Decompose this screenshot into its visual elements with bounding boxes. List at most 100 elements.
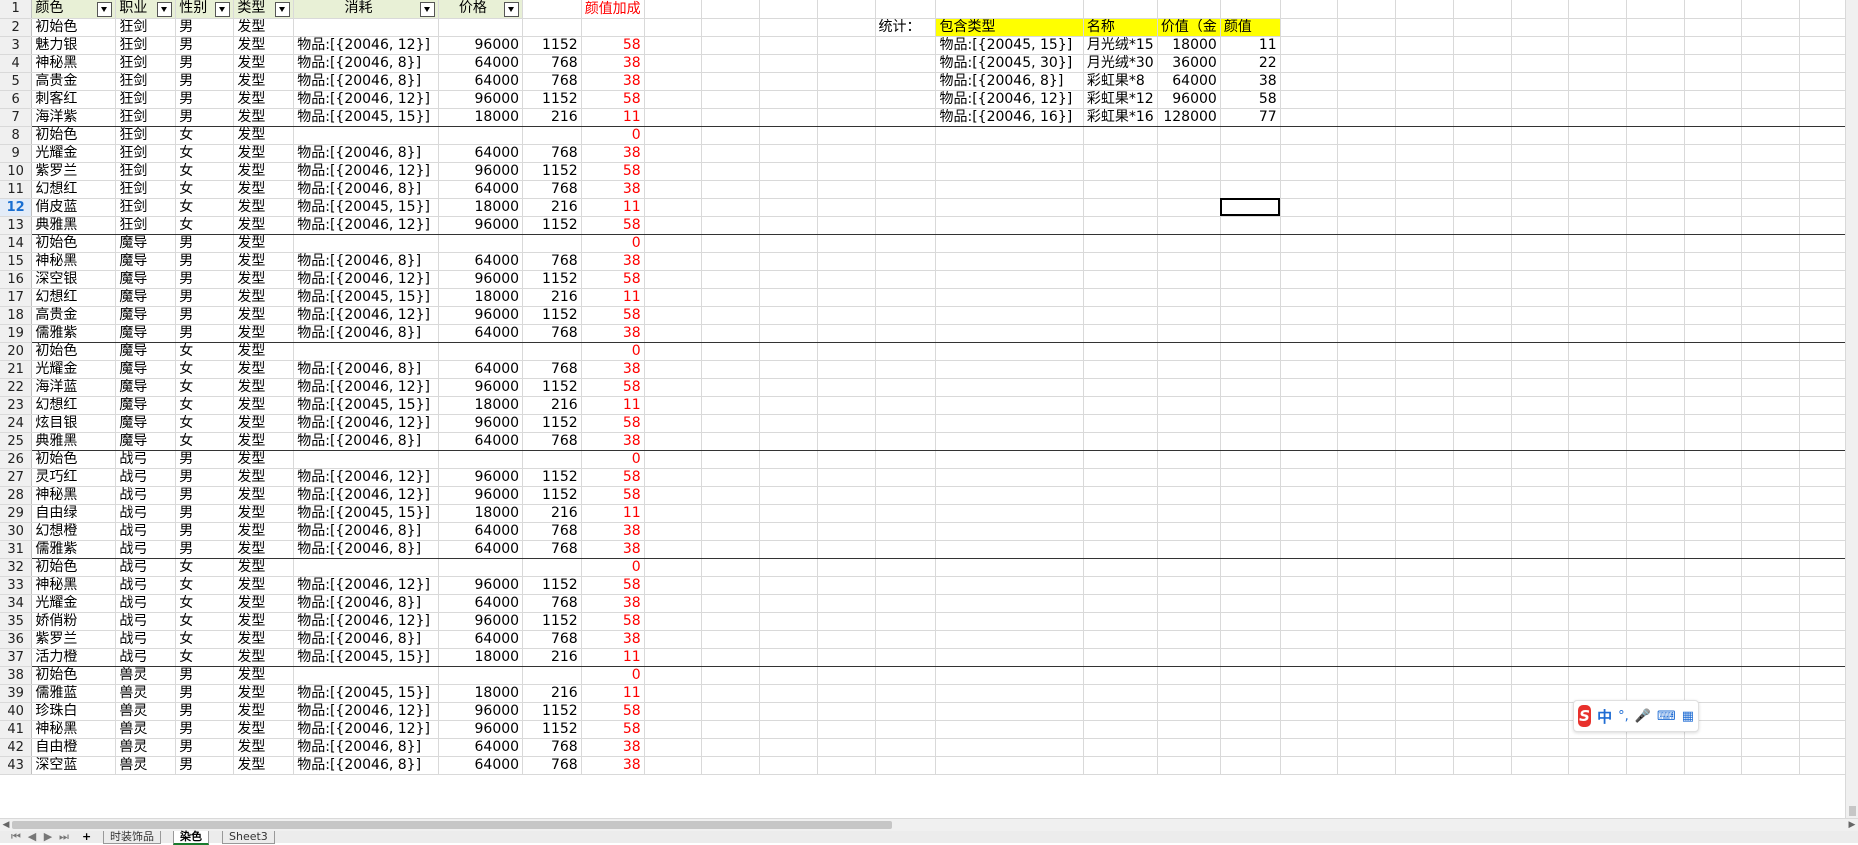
empty-cell[interactable] (1220, 540, 1281, 559)
empty-cell[interactable] (1453, 36, 1512, 55)
row-number[interactable]: 23 (0, 396, 33, 415)
bonus-cell[interactable]: 38 (581, 738, 645, 757)
cost-cell[interactable] (293, 18, 439, 37)
sheet-tab-fashion[interactable]: 时装饰品 (103, 831, 161, 844)
row-number[interactable]: 19 (0, 324, 33, 343)
job-cell[interactable]: 魔导 (115, 324, 177, 343)
empty-cell[interactable] (1337, 738, 1397, 757)
empty-cell[interactable] (1280, 324, 1339, 343)
price-cell[interactable]: 18000 (438, 396, 524, 415)
beauty-value-cell[interactable]: 1152 (522, 90, 582, 109)
empty-cell[interactable] (1568, 360, 1627, 379)
empty-cell[interactable] (644, 252, 703, 271)
empty-cell[interactable] (875, 720, 937, 739)
empty-cell[interactable] (1511, 342, 1570, 361)
empty-cell[interactable] (1453, 198, 1512, 217)
empty-cell[interactable] (935, 234, 1084, 253)
empty-cell[interactable] (1337, 324, 1397, 343)
empty-cell[interactable] (1083, 342, 1158, 361)
empty-cell[interactable] (1453, 108, 1512, 127)
empty-cell[interactable] (1337, 360, 1397, 379)
empty-cell[interactable] (1626, 756, 1685, 775)
empty-cell[interactable] (1337, 486, 1397, 505)
row-number[interactable]: 32 (0, 558, 33, 577)
empty-cell[interactable] (817, 234, 876, 253)
job-cell[interactable]: 战弓 (115, 450, 177, 469)
empty-cell[interactable] (1083, 720, 1158, 739)
color-name-cell[interactable]: 紫罗兰 (31, 630, 117, 649)
job-cell[interactable]: 战弓 (115, 504, 177, 523)
empty-cell[interactable] (1395, 18, 1454, 37)
row-number[interactable]: 12 (0, 198, 33, 217)
empty-cell[interactable] (1626, 216, 1685, 235)
empty-cell[interactable] (759, 468, 818, 487)
stats-value-cell[interactable]: 36000 (1157, 54, 1221, 73)
beauty-value-cell[interactable]: 1152 (522, 306, 582, 325)
row-number[interactable]: 24 (0, 414, 33, 433)
price-cell[interactable]: 64000 (438, 594, 524, 613)
beauty-value-cell[interactable]: 1152 (522, 486, 582, 505)
empty-cell[interactable] (759, 612, 818, 631)
empty-cell[interactable] (701, 702, 761, 721)
empty-cell[interactable] (1157, 720, 1221, 739)
col-header-bonus[interactable]: 颜值加成 (581, 0, 645, 19)
type-cell[interactable]: 发型 (233, 720, 295, 739)
filter-dropdown-icon[interactable] (215, 1, 231, 17)
empty-cell[interactable] (1568, 306, 1627, 325)
empty-cell[interactable] (1280, 234, 1339, 253)
empty-cell[interactable] (1280, 612, 1339, 631)
bonus-cell[interactable]: 11 (581, 108, 645, 127)
empty-cell[interactable] (759, 216, 818, 235)
col-header-color[interactable]: 颜色 (31, 0, 117, 19)
cost-cell[interactable] (293, 234, 439, 253)
job-cell[interactable]: 魔导 (115, 288, 177, 307)
empty-cell[interactable] (1684, 126, 1743, 145)
col-header-job[interactable]: 职业 (115, 0, 177, 19)
cost-cell[interactable]: 物品:[{20046, 8}] (293, 432, 439, 451)
price-cell[interactable]: 96000 (438, 702, 524, 721)
empty-cell[interactable] (701, 126, 761, 145)
empty-cell[interactable] (1741, 180, 1801, 199)
empty-cell[interactable] (875, 504, 937, 523)
empty-cell[interactable] (1453, 396, 1512, 415)
empty-cell[interactable] (701, 540, 761, 559)
empty-cell[interactable] (1568, 270, 1627, 289)
empty-cell[interactable] (1395, 0, 1454, 19)
empty-cell[interactable] (1568, 144, 1627, 163)
type-cell[interactable]: 发型 (233, 126, 295, 145)
empty-cell[interactable] (875, 180, 937, 199)
empty-cell[interactable] (1568, 666, 1627, 685)
empty-cell[interactable] (1684, 324, 1743, 343)
empty-cell[interactable] (875, 756, 937, 775)
beauty-value-cell[interactable]: 1152 (522, 378, 582, 397)
cost-cell[interactable]: 物品:[{20046, 12}] (293, 576, 439, 595)
spreadsheet-grid[interactable]: 1 颜色 职业 性别 类型 消耗 价格 颜值加成 2 初始色 狂剑男发型 统计： 包含类型 名称 价值（金颜… (0, 0, 1858, 818)
empty-cell[interactable] (1511, 234, 1570, 253)
toolbox-icon[interactable]: ▦ (1682, 709, 1694, 724)
empty-cell[interactable] (1741, 360, 1801, 379)
job-cell[interactable]: 狂剑 (115, 72, 177, 91)
empty-cell[interactable] (701, 72, 761, 91)
color-name-cell[interactable]: 高贵金 (31, 72, 117, 91)
job-cell[interactable]: 战弓 (115, 522, 177, 541)
empty-cell[interactable] (701, 54, 761, 73)
empty-cell[interactable] (1157, 702, 1221, 721)
empty-cell[interactable] (701, 180, 761, 199)
empty-cell[interactable] (759, 684, 818, 703)
empty-cell[interactable] (1220, 324, 1281, 343)
type-cell[interactable]: 发型 (233, 324, 295, 343)
type-cell[interactable]: 发型 (233, 594, 295, 613)
empty-cell[interactable] (1453, 432, 1512, 451)
row-number[interactable]: 33 (0, 576, 33, 595)
beauty-value-cell[interactable]: 768 (522, 522, 582, 541)
empty-cell[interactable] (1453, 270, 1512, 289)
empty-cell[interactable] (817, 486, 876, 505)
empty-cell[interactable] (522, 0, 582, 19)
empty-cell[interactable] (817, 558, 876, 577)
empty-cell[interactable] (701, 252, 761, 271)
empty-cell[interactable] (759, 504, 818, 523)
empty-cell[interactable] (875, 90, 937, 109)
empty-cell[interactable] (1511, 468, 1570, 487)
cost-cell[interactable] (293, 558, 439, 577)
empty-cell[interactable] (1220, 288, 1281, 307)
